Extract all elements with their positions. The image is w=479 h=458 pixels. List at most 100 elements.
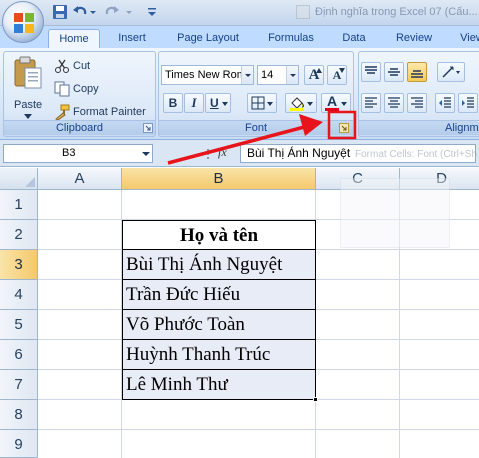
name-box[interactable]: B3 — [3, 144, 153, 163]
orientation-button[interactable] — [437, 62, 465, 82]
font-color-dropdown-icon[interactable] — [341, 102, 347, 106]
row-header-4[interactable]: 4 — [0, 280, 38, 310]
tab-home[interactable]: Home — [48, 29, 100, 48]
font-size-dropdown-icon[interactable] — [286, 66, 298, 84]
row-header-5[interactable]: 5 — [0, 310, 38, 340]
decrease-indent-button[interactable] — [435, 93, 455, 113]
undo-icon[interactable] — [72, 4, 88, 20]
select-all-icon — [25, 177, 35, 187]
row-header-7[interactable]: 7 — [0, 370, 38, 400]
name-cell[interactable]: Trần Đức Hiếu — [122, 280, 316, 310]
row-header-9[interactable]: 9 — [0, 430, 38, 458]
office-logo-icon — [14, 13, 34, 33]
font-group-label: Font — [159, 120, 353, 135]
increase-indent-button[interactable] — [458, 93, 478, 113]
align-center-button[interactable] — [384, 93, 404, 113]
copy-button[interactable]: Copy — [54, 81, 99, 97]
increase-indent-icon — [462, 97, 474, 108]
fill-handle[interactable] — [313, 397, 318, 402]
row-header-1[interactable]: 1 — [0, 190, 38, 220]
document-icon — [296, 5, 310, 19]
paste-button[interactable]: Paste — [8, 56, 48, 120]
tab-insert[interactable]: Insert — [108, 29, 156, 48]
undo-dropdown-icon[interactable] — [88, 4, 98, 20]
row-header-2[interactable]: 2 — [0, 220, 38, 250]
redo-icon[interactable] — [104, 4, 120, 20]
tab-data[interactable]: Data — [336, 29, 372, 48]
grow-font-button[interactable]: A — [304, 65, 324, 85]
tab-page-layout[interactable]: Page Layout — [170, 29, 246, 48]
shrink-arrow-icon — [339, 68, 345, 73]
alignment-group-label: Alignm — [359, 120, 479, 135]
title-bar: Định nghĩa trong Excel 07 (Cấu... — [0, 0, 479, 43]
format-painter-label: Format Painter — [73, 106, 146, 118]
name-cell[interactable]: Lê Minh Thư — [122, 370, 316, 400]
align-right-icon — [411, 97, 423, 108]
column-header-b[interactable]: B — [122, 168, 316, 190]
font-color-swatch — [325, 108, 339, 111]
worksheet-grid[interactable]: A B C D 1 2 3 4 5 6 7 8 9 Họ và tên Bùi … — [0, 168, 479, 458]
name-cell[interactable]: Bùi Thị Ánh Nguyệt — [122, 250, 316, 280]
align-left-icon — [365, 97, 377, 108]
underline-dropdown-icon[interactable] — [222, 102, 228, 106]
column-header-a[interactable]: A — [38, 168, 122, 190]
borders-button[interactable] — [247, 93, 277, 113]
table-header-cell[interactable]: Họ và tên — [122, 220, 316, 250]
font-dialog-launcher-icon[interactable] — [339, 123, 349, 133]
font-name-select[interactable]: Times New Rom — [161, 65, 254, 85]
font-name-dropdown-icon[interactable] — [241, 66, 253, 84]
borders-dropdown-icon[interactable] — [267, 102, 273, 106]
dialog-ghost-preview — [340, 178, 450, 248]
align-left-button[interactable] — [361, 93, 381, 113]
font-color-button[interactable]: A — [321, 93, 351, 113]
bottom-align-button[interactable] — [407, 62, 427, 82]
bold-icon: B — [168, 96, 178, 110]
redo-dropdown-icon[interactable] — [124, 4, 134, 20]
row-header-3[interactable]: 3 — [0, 250, 38, 280]
italic-icon: I — [191, 95, 197, 110]
ribbon: Paste Cut Copy Format Painter Clipboard … — [0, 48, 479, 140]
clipboard-dialog-launcher-icon[interactable] — [143, 123, 153, 133]
align-middle-icon — [388, 68, 400, 76]
tab-formulas[interactable]: Formulas — [260, 29, 322, 48]
align-center-icon — [388, 97, 400, 108]
grow-arrow-icon — [316, 68, 322, 73]
office-button[interactable] — [2, 1, 44, 43]
top-align-button[interactable] — [361, 62, 381, 82]
select-all-corner[interactable] — [0, 168, 38, 190]
ribbon-tabs: Home Insert Page Layout Formulas Data Re… — [0, 26, 479, 48]
fill-color-button[interactable] — [285, 93, 317, 113]
customize-icon[interactable] — [146, 4, 158, 20]
name-cell[interactable]: Huỳnh Thanh Trúc — [122, 340, 316, 370]
paint-bucket-icon — [290, 97, 304, 111]
name-cell[interactable]: Võ Phước Toàn — [122, 310, 316, 340]
row-header-6[interactable]: 6 — [0, 340, 38, 370]
cut-button[interactable]: Cut — [54, 58, 90, 74]
align-top-icon — [365, 66, 377, 74]
orientation-icon — [442, 66, 460, 78]
name-box-dropdown-icon[interactable] — [140, 144, 152, 163]
save-icon[interactable] — [52, 4, 68, 20]
gridline — [38, 429, 479, 430]
font-size-select[interactable]: 14 — [257, 65, 299, 85]
tab-review[interactable]: Review — [388, 29, 440, 48]
screentip-text: Format Cells: Font (Ctrl+Sh — [355, 149, 477, 160]
font-color-icon: A — [325, 93, 339, 111]
clipboard-group: Paste Cut Copy Format Painter Clipboard — [3, 51, 156, 137]
shrink-font-button[interactable]: A — [327, 65, 347, 85]
formula-bar-resize-icon[interactable] — [205, 144, 211, 163]
format-painter-button[interactable]: Format Painter — [54, 104, 146, 120]
paste-icon — [14, 56, 42, 89]
align-right-button[interactable] — [407, 93, 427, 113]
row-header-8[interactable]: 8 — [0, 400, 38, 430]
clipboard-group-label: Clipboard — [4, 120, 155, 135]
fill-color-dropdown-icon[interactable] — [307, 102, 313, 106]
underline-button[interactable]: U — [205, 93, 231, 113]
copy-icon — [54, 81, 70, 97]
middle-align-button[interactable] — [384, 62, 404, 82]
insert-function-button[interactable]: fx — [218, 145, 227, 160]
tab-view[interactable]: View — [452, 29, 479, 48]
italic-button[interactable]: I — [184, 93, 204, 113]
paste-label: Paste — [14, 99, 43, 111]
bold-button[interactable]: B — [163, 93, 183, 113]
